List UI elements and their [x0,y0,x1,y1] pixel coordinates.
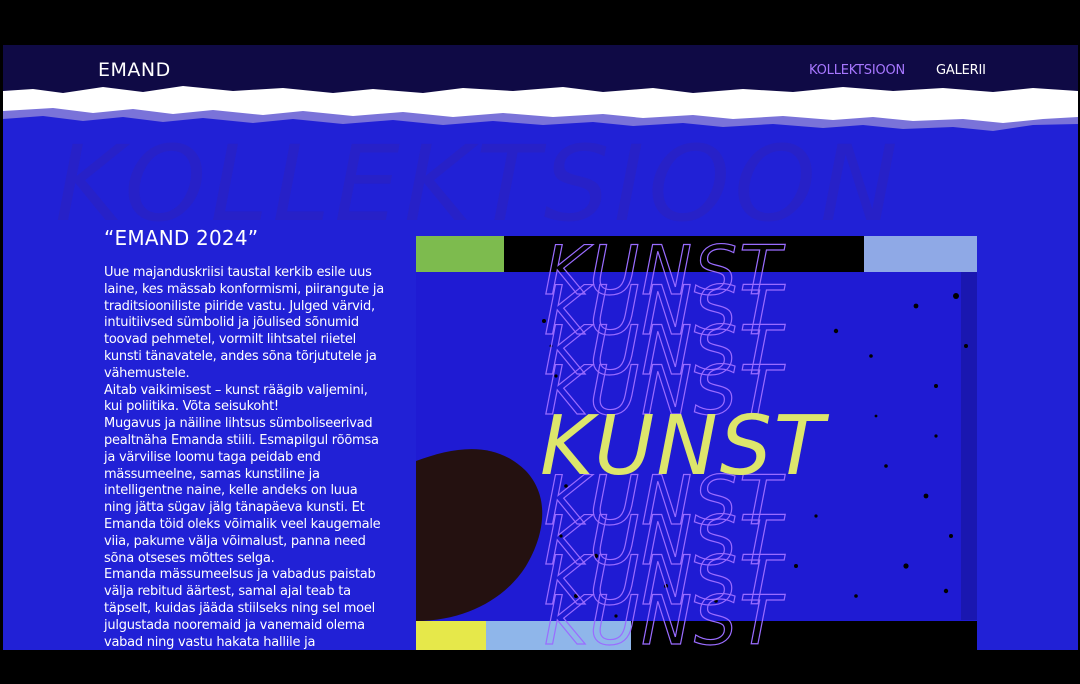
paragraph: Aitab vaikimisest – kunst räägib valjemi… [104,382,368,415]
kunst-artwork[interactable]: KUNST KUNST KUNST KUNST KUNST KUNST KUNS… [416,236,977,650]
nav-kollektsioon[interactable]: KOLLEKTSIOON [809,63,905,78]
nav-galerii[interactable]: GALERII [936,63,986,78]
collection-description: Uue majanduskriisi taustal kerkib esile … [104,265,386,650]
paragraph: Uue majanduskriisi taustal kerkib esile … [104,265,385,381]
kunst-echo-text: KUNST [543,582,783,650]
paragraph: Mugavus ja näiline lihtsus sümboliseeriv… [104,416,381,566]
paragraph: Emanda mässumeelsus ja vabadus paistab v… [104,567,376,650]
page-frame: EMAND KOLLEKTSIOON GALERII KOLLEKTSIOON … [3,45,1078,650]
kunst-typography: KUNST KUNST KUNST KUNST KUNST KUNST KUNS… [416,236,977,650]
collection-title: “EMAND 2024” [104,226,259,250]
kunst-main-text: KUNST [540,399,826,494]
logo[interactable]: EMAND [98,59,171,81]
